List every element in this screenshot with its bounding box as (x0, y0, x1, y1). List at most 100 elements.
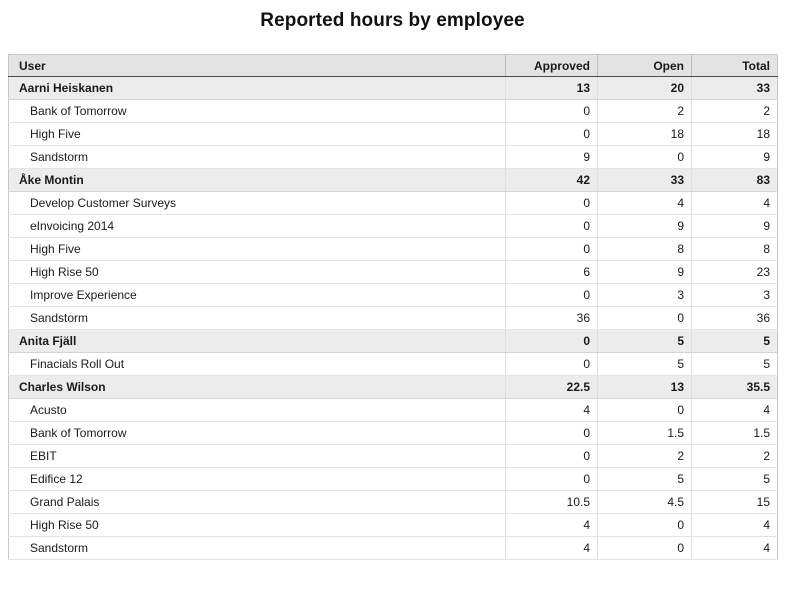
project-name-cell: High Rise 50 (8, 260, 506, 284)
open-hours-cell: 0 (597, 536, 692, 560)
project-detail-row[interactable]: High Rise 50 4 0 4 (8, 513, 778, 537)
project-detail-row[interactable]: Improve Experience 0 3 3 (8, 283, 778, 307)
project-name-cell: EBIT (8, 444, 506, 468)
total-hours-cell: 9 (691, 145, 778, 169)
approved-hours-cell: 4 (505, 398, 598, 422)
open-hours-cell: 4 (597, 191, 692, 215)
approved-hours-cell: 42 (505, 168, 598, 192)
approved-hours-cell: 0 (505, 467, 598, 491)
project-name-cell: High Five (8, 122, 506, 146)
open-hours-cell: 0 (597, 398, 692, 422)
total-hours-cell: 4 (691, 536, 778, 560)
project-detail-row[interactable]: Acusto 4 0 4 (8, 398, 778, 422)
approved-hours-cell: 0 (505, 214, 598, 238)
total-hours-cell: 83 (691, 168, 778, 192)
column-header-user[interactable]: User (8, 54, 506, 77)
employee-name-cell: Åke Montin (8, 168, 506, 192)
project-detail-row[interactable]: Develop Customer Surveys 0 4 4 (8, 191, 778, 215)
project-name-cell: Sandstorm (8, 306, 506, 330)
column-header-approved[interactable]: Approved (505, 54, 598, 77)
total-hours-cell: 5 (691, 329, 778, 353)
approved-hours-cell: 6 (505, 260, 598, 284)
open-hours-cell: 9 (597, 214, 692, 238)
project-detail-row[interactable]: Sandstorm 36 0 36 (8, 306, 778, 330)
column-header-open[interactable]: Open (597, 54, 692, 77)
project-name-cell: Sandstorm (8, 145, 506, 169)
project-detail-row[interactable]: eInvoicing 2014 0 9 9 (8, 214, 778, 238)
employee-group-row[interactable]: Anita Fjäll 0 5 5 (8, 329, 778, 353)
approved-hours-cell: 0 (505, 99, 598, 123)
project-detail-row[interactable]: Sandstorm 4 0 4 (8, 536, 778, 560)
total-hours-cell: 4 (691, 398, 778, 422)
project-name-cell: eInvoicing 2014 (8, 214, 506, 238)
approved-hours-cell: 10.5 (505, 490, 598, 514)
approved-hours-cell: 0 (505, 329, 598, 353)
open-hours-cell: 2 (597, 444, 692, 468)
column-header-total[interactable]: Total (691, 54, 778, 77)
total-hours-cell: 36 (691, 306, 778, 330)
project-name-cell: Improve Experience (8, 283, 506, 307)
reported-hours-table: User Approved Open Total Aarni Heiskanen… (8, 54, 778, 560)
open-hours-cell: 5 (597, 329, 692, 353)
project-name-cell: Bank of Tomorrow (8, 99, 506, 123)
approved-hours-cell: 9 (505, 145, 598, 169)
employee-name-cell: Charles Wilson (8, 375, 506, 399)
open-hours-cell: 33 (597, 168, 692, 192)
approved-hours-cell: 0 (505, 122, 598, 146)
employee-group-row[interactable]: Åke Montin 42 33 83 (8, 168, 778, 192)
total-hours-cell: 2 (691, 444, 778, 468)
employee-name-cell: Anita Fjäll (8, 329, 506, 353)
open-hours-cell: 0 (597, 513, 692, 537)
project-name-cell: Develop Customer Surveys (8, 191, 506, 215)
total-hours-cell: 15 (691, 490, 778, 514)
open-hours-cell: 0 (597, 145, 692, 169)
open-hours-cell: 18 (597, 122, 692, 146)
project-detail-row[interactable]: EBIT 0 2 2 (8, 444, 778, 468)
approved-hours-cell: 0 (505, 352, 598, 376)
open-hours-cell: 3 (597, 283, 692, 307)
table-header: User Approved Open Total (8, 54, 778, 77)
approved-hours-cell: 0 (505, 421, 598, 445)
project-detail-row[interactable]: Edifice 12 0 5 5 (8, 467, 778, 491)
open-hours-cell: 5 (597, 352, 692, 376)
table-body: Aarni Heiskanen 13 20 33 Bank of Tomorrow 0 2 2… (8, 76, 778, 560)
project-detail-row[interactable]: High Five 0 18 18 (8, 122, 778, 146)
project-detail-row[interactable]: High Rise 50 6 9 23 (8, 260, 778, 284)
approved-hours-cell: 0 (505, 191, 598, 215)
total-hours-cell: 3 (691, 283, 778, 307)
project-name-cell: Edifice 12 (8, 467, 506, 491)
project-detail-row[interactable]: Bank of Tomorrow 0 2 2 (8, 99, 778, 123)
total-hours-cell: 4 (691, 191, 778, 215)
project-detail-row[interactable]: Finacials Roll Out 0 5 5 (8, 352, 778, 376)
project-detail-row[interactable]: Sandstorm 9 0 9 (8, 145, 778, 169)
total-hours-cell: 5 (691, 467, 778, 491)
open-hours-cell: 8 (597, 237, 692, 261)
approved-hours-cell: 36 (505, 306, 598, 330)
open-hours-cell: 2 (597, 99, 692, 123)
approved-hours-cell: 4 (505, 513, 598, 537)
total-hours-cell: 35.5 (691, 375, 778, 399)
open-hours-cell: 1.5 (597, 421, 692, 445)
open-hours-cell: 9 (597, 260, 692, 284)
approved-hours-cell: 0 (505, 283, 598, 307)
total-hours-cell: 5 (691, 352, 778, 376)
total-hours-cell: 18 (691, 122, 778, 146)
project-name-cell: High Five (8, 237, 506, 261)
project-name-cell: Acusto (8, 398, 506, 422)
page-title: Reported hours by employee (260, 10, 525, 31)
project-detail-row[interactable]: Grand Palais 10.5 4.5 15 (8, 490, 778, 514)
project-name-cell: Grand Palais (8, 490, 506, 514)
total-hours-cell: 23 (691, 260, 778, 284)
project-detail-row[interactable]: High Five 0 8 8 (8, 237, 778, 261)
total-hours-cell: 2 (691, 99, 778, 123)
project-name-cell: Bank of Tomorrow (8, 421, 506, 445)
employee-group-row[interactable]: Aarni Heiskanen 13 20 33 (8, 76, 778, 100)
total-hours-cell: 4 (691, 513, 778, 537)
approved-hours-cell: 4 (505, 536, 598, 560)
approved-hours-cell: 0 (505, 237, 598, 261)
employee-group-row[interactable]: Charles Wilson 22.5 13 35.5 (8, 375, 778, 399)
project-name-cell: High Rise 50 (8, 513, 506, 537)
project-detail-row[interactable]: Bank of Tomorrow 0 1.5 1.5 (8, 421, 778, 445)
open-hours-cell: 0 (597, 306, 692, 330)
table-header-row: User Approved Open Total (8, 54, 778, 77)
